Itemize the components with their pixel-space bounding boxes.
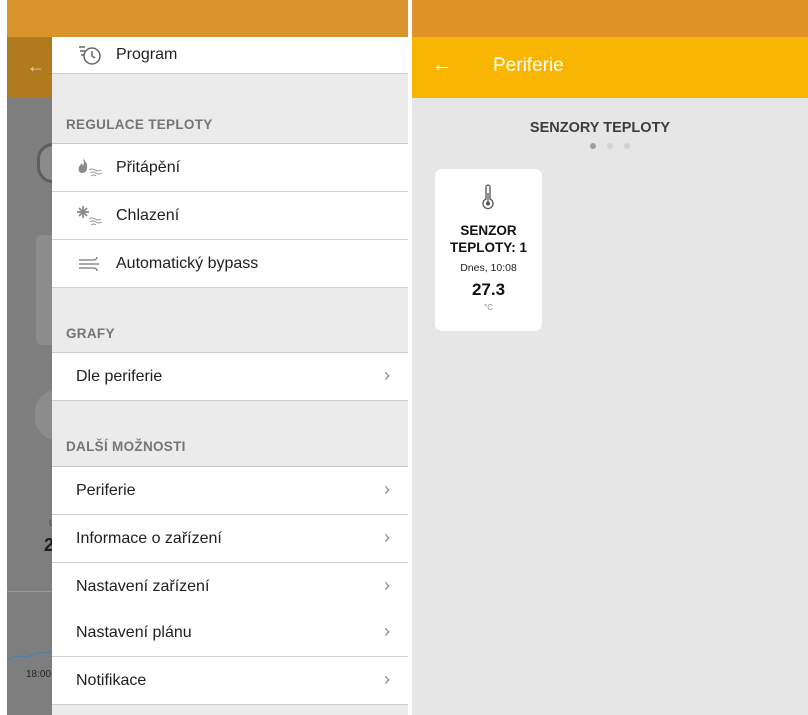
right-screen: ← Periferie SENZORY TEPLOTY SENZOR TEPLO… bbox=[412, 0, 808, 715]
sensor-value: 27.3 bbox=[471, 280, 506, 299]
chevron-right-icon: › bbox=[384, 575, 390, 595]
background-back-arrow-icon: ← bbox=[27, 56, 45, 76]
background-time-label: 18:00 bbox=[26, 669, 52, 680]
drawer-item-label: Periferie bbox=[76, 481, 136, 499]
back-arrow-icon[interactable]: ← bbox=[432, 54, 452, 77]
status-bar bbox=[7, 0, 408, 37]
chevron-right-icon: › bbox=[384, 365, 390, 385]
section-title: SENZORY TEPLOTY bbox=[529, 120, 671, 136]
sensor-card[interactable]: SENZOR TEPLOTY: 1 Dnes, 10:08 27.3 °C bbox=[435, 169, 542, 331]
pager-dot[interactable] bbox=[607, 143, 613, 149]
chevron-right-icon: › bbox=[384, 621, 390, 641]
app-bar: ← Periferie bbox=[412, 37, 808, 98]
pager-dots[interactable] bbox=[590, 143, 630, 149]
drawer-item-label: Informace o zařízení bbox=[76, 529, 222, 547]
sensor-unit: °C bbox=[484, 303, 493, 312]
snowflake-cooling-icon bbox=[74, 204, 106, 228]
drawer-item-program[interactable]: Program bbox=[52, 37, 408, 74]
drawer-item-bypass[interactable]: Automatický bypass bbox=[52, 240, 408, 288]
navigation-drawer: Program REGULACE TEPLOTY Přitápění Chlaz… bbox=[52, 37, 408, 715]
drawer-item-label: Přitápění bbox=[116, 158, 181, 176]
background-divider bbox=[7, 591, 52, 592]
thermometer-icon bbox=[482, 184, 494, 210]
sensor-name: SENZOR TEPLOTY: 1 bbox=[435, 222, 542, 256]
air-bypass-icon bbox=[74, 254, 106, 274]
drawer-item-label: Chlazení bbox=[116, 206, 180, 224]
drawer-item-label: Notifikace bbox=[76, 671, 147, 689]
section-header-temperature: REGULACE TEPLOTY bbox=[66, 117, 213, 132]
sensor-timestamp: Dnes, 10:08 bbox=[460, 262, 517, 274]
drawer-item-label: Nastavení plánu bbox=[76, 623, 192, 641]
drawer-item-device-info[interactable]: Informace o zařízení › bbox=[52, 515, 408, 563]
pager-dot[interactable] bbox=[590, 143, 596, 149]
pager-dot[interactable] bbox=[624, 143, 630, 149]
drawer-item-graph-by-peripheral[interactable]: Dle periferie › bbox=[52, 353, 408, 401]
sensor-name-line2: TEPLOTY: 1 bbox=[449, 240, 527, 255]
left-screen: ← U 2 18:00 Program REGULACE TEPLOTY bbox=[7, 0, 408, 715]
sensor-name-line1: SENZOR bbox=[460, 223, 517, 238]
drawer-item-label: Dle periferie bbox=[76, 367, 163, 385]
status-bar bbox=[412, 0, 808, 37]
drawer-item-plan-settings[interactable]: Nastavení plánu › bbox=[52, 609, 408, 657]
chevron-right-icon: › bbox=[384, 527, 390, 547]
drawer-item-label: Automatický bypass bbox=[116, 254, 259, 272]
drawer-item-label: Nastavení zařízení bbox=[76, 577, 210, 595]
page-title: Periferie bbox=[493, 55, 564, 76]
section-header-graphs: GRAFY bbox=[66, 326, 115, 341]
drawer-item-label: Program bbox=[116, 46, 178, 63]
background-chart-line bbox=[7, 651, 52, 660]
drawer-item-device-settings[interactable]: Nastavení zařízení › bbox=[52, 563, 408, 611]
chevron-right-icon: › bbox=[384, 669, 390, 689]
drawer-item-peripherals[interactable]: Periferie › bbox=[52, 467, 408, 515]
drawer-item-cooling[interactable]: Chlazení bbox=[52, 192, 408, 240]
drawer-item-notifications[interactable]: Notifikace › bbox=[52, 657, 408, 705]
clock-schedule-icon bbox=[74, 44, 106, 66]
section-header-more-options: DALŠÍ MOŽNOSTI bbox=[66, 439, 186, 454]
chevron-right-icon: › bbox=[384, 479, 390, 499]
flame-heating-icon bbox=[74, 156, 106, 180]
drawer-item-heating[interactable]: Přitápění bbox=[52, 144, 408, 192]
